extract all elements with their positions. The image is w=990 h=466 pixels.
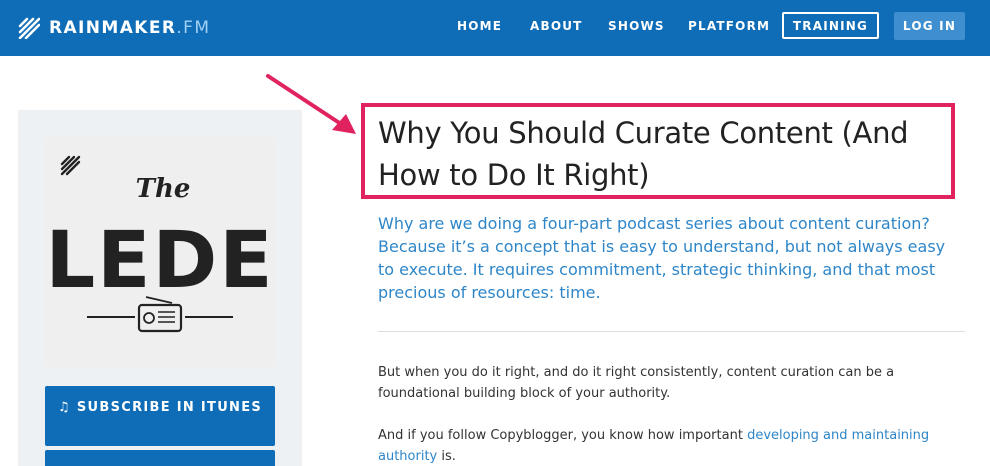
cover-graphic: The LEDE xyxy=(45,155,274,333)
logo-text: RAINMAKER.FM xyxy=(49,18,211,38)
cover-title-small: The xyxy=(136,174,191,204)
login-button[interactable]: LOG IN xyxy=(894,12,965,40)
annotation-arrow xyxy=(266,74,356,134)
training-button[interactable]: TRAINING xyxy=(782,12,879,39)
podcast-cover-art[interactable]: The LEDE xyxy=(45,137,275,367)
logo-stripes-icon xyxy=(18,17,40,39)
nav-platform[interactable]: PLATFORM xyxy=(688,19,770,33)
subscribe-itunes-button[interactable]: ♫ SUBSCRIBE IN ITUNES xyxy=(45,386,275,446)
secondary-subscribe-button[interactable] xyxy=(45,450,275,466)
cover-stripes-icon xyxy=(60,155,81,176)
nav-home[interactable]: HOME xyxy=(457,19,502,33)
article-intro: Why are we doing a four-part podcast ser… xyxy=(378,214,946,302)
top-navigation-bar: RAINMAKER.FM HOME ABOUT SHOWS PLATFORM T… xyxy=(0,0,990,56)
article-title: Why You Should Curate Content (And How t… xyxy=(378,116,909,192)
cover-title-large: LEDE xyxy=(45,216,274,306)
article-paragraph-1: But when you do it right, and do it righ… xyxy=(378,365,895,401)
article-paragraph-2: And if you follow Copyblogger, you know … xyxy=(378,428,930,464)
nav-shows[interactable]: SHOWS xyxy=(608,19,665,33)
nav-about[interactable]: ABOUT xyxy=(530,19,583,33)
site-logo[interactable]: RAINMAKER.FM xyxy=(18,16,210,40)
content-divider xyxy=(378,331,965,332)
music-note-icon: ♫ xyxy=(57,400,71,415)
subscribe-label: SUBSCRIBE IN ITUNES xyxy=(76,400,263,415)
